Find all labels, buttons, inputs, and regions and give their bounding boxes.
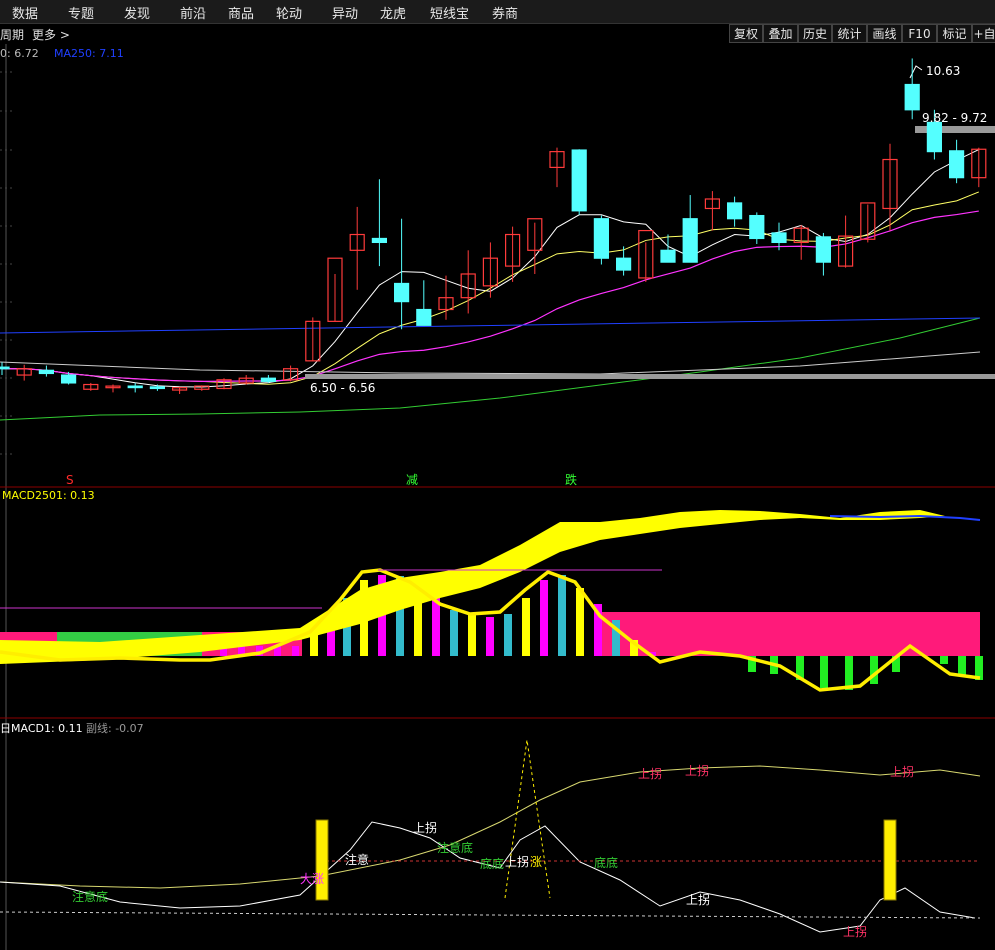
chart-grid — [0, 44, 995, 950]
macd-bar — [558, 575, 566, 656]
macd-bar — [468, 615, 476, 656]
candle-body — [682, 218, 698, 263]
lower-annotation-0: 注意底 — [72, 889, 108, 904]
support-band — [305, 374, 995, 379]
macd-neg-bar — [870, 656, 878, 684]
candle-body — [660, 249, 676, 263]
resistance-label: 9.82 - 9.72 — [922, 111, 987, 125]
macd-bar — [576, 588, 584, 656]
lower-annotation-6: 上拐 — [505, 854, 529, 869]
signal-bar-left — [315, 819, 329, 901]
macd-bar — [450, 610, 458, 656]
candle-body — [571, 149, 587, 212]
ma250-line — [0, 317, 981, 334]
candle-body — [926, 121, 943, 153]
gray-dashed-line — [0, 911, 981, 919]
macd-neg-bar — [820, 656, 828, 688]
lower-annotation-5: 底底 — [480, 856, 504, 871]
lower-annotation-11: 上拐 — [685, 763, 709, 778]
high-price-label: 10.63 — [926, 64, 960, 78]
candle-body — [416, 308, 432, 326]
candle-body — [38, 369, 55, 375]
lower-annotation-7: 涨 — [530, 854, 542, 869]
candle-body — [904, 83, 920, 111]
lower-annotation-13: 上拐 — [843, 924, 867, 939]
lower-annotation-8: 底底 — [594, 855, 618, 870]
candle-body — [771, 232, 787, 244]
candle-body — [394, 282, 410, 303]
dashed-triangle — [504, 739, 551, 899]
candlestick-series — [0, 58, 987, 394]
macd-bar — [522, 598, 530, 656]
lower-annotation-3: 上拐 — [413, 820, 437, 835]
candle-body — [260, 377, 276, 382]
candle-body — [60, 374, 77, 384]
macd-panel — [0, 510, 983, 692]
macd-pink-block — [595, 612, 980, 656]
support-label: 6.50 - 6.56 — [310, 381, 375, 395]
ma120-line — [0, 351, 981, 375]
lower-title: 日MACD1: 0.11 — [0, 722, 83, 735]
macd-neg-bar — [940, 656, 948, 664]
lower-indicator-panel: 注意底大涨注意上拐注意底底底 上拐涨底底上拐上拐 上拐 上拐上拐 — [0, 739, 981, 939]
macd-bar — [540, 580, 548, 656]
signal-die: 跌 — [565, 472, 577, 487]
candle-body — [726, 202, 743, 220]
macd-title: MACD2501: 0.13 — [2, 489, 95, 502]
lower-annotation-4: 注意底 — [437, 840, 473, 855]
candle-body — [593, 218, 610, 259]
lower-annotation-10: 上拐 — [638, 766, 662, 781]
candle-body — [149, 386, 165, 390]
lower-sub-label: 副线: -0.07 — [86, 721, 144, 735]
macd-bar — [504, 614, 512, 656]
candle-body — [615, 257, 632, 271]
macd-neg-bar — [845, 656, 853, 690]
signal-bar-right — [883, 819, 897, 901]
macd-bar — [486, 617, 494, 656]
lower-annotation-2: 注意 — [345, 852, 369, 867]
candle-body — [749, 214, 765, 240]
lower-white-line — [0, 821, 976, 933]
legend-ma: 0: 6.72 — [0, 47, 39, 60]
signal-jian: 减 — [406, 473, 418, 487]
legend-ma250: MA250: 7.11 — [54, 47, 124, 60]
candle-body — [371, 237, 387, 244]
signal-s: S — [66, 473, 74, 487]
macd-bar-small — [292, 646, 299, 656]
macd-neg-bar — [958, 656, 966, 676]
lower-annotation-9: 上拐 — [686, 892, 710, 907]
candle-body — [948, 150, 965, 179]
ma60-line — [0, 317, 981, 421]
lower-annotation-12: 上拐 — [890, 764, 914, 779]
candle-body — [815, 236, 832, 263]
lower-annotation-1: 大涨 — [300, 871, 324, 886]
candle-body — [0, 366, 10, 370]
macd-bar — [432, 598, 440, 656]
candle-body — [127, 385, 143, 389]
stock-chart: 注意底大涨注意上拐注意底底底 上拐涨底底上拐上拐 上拐 上拐上拐 0: 6.72 MA2… — [0, 44, 995, 950]
